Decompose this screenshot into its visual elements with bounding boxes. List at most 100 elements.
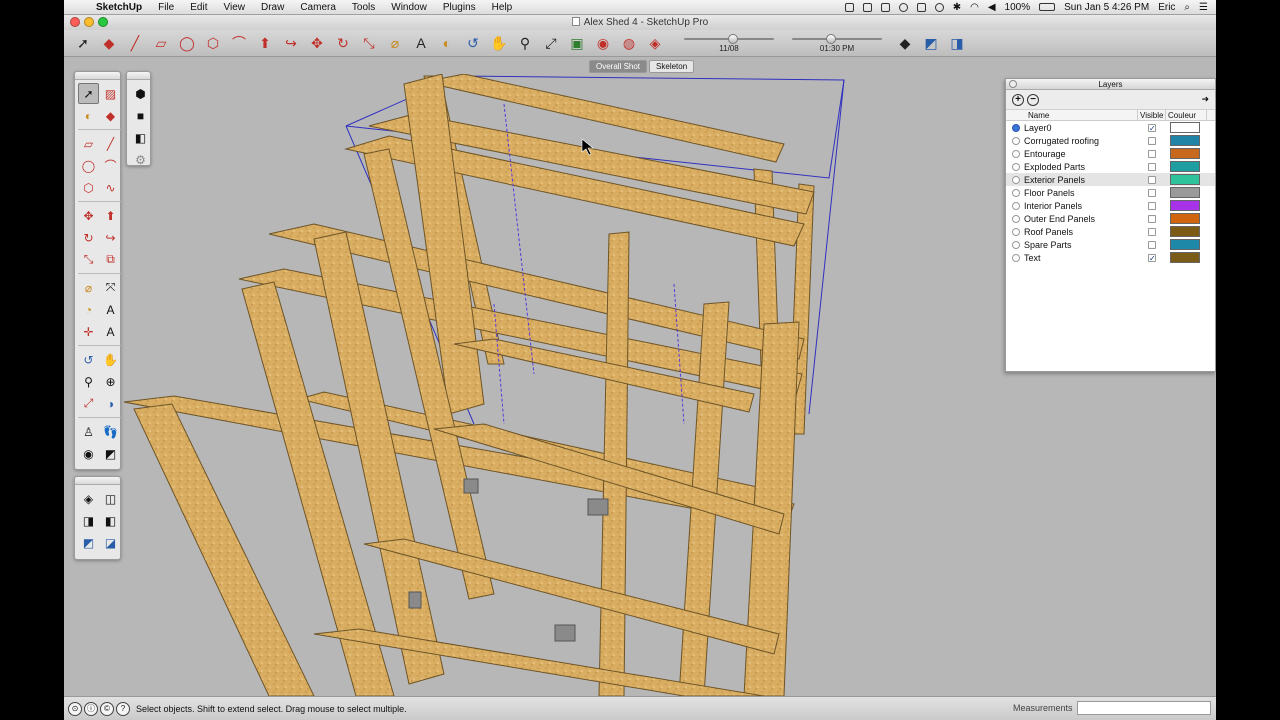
- arc-tool-icon[interactable]: ⌒: [228, 32, 250, 54]
- menu-help[interactable]: Help: [484, 2, 521, 13]
- close-window-button[interactable]: [70, 17, 80, 27]
- dropbox-icon[interactable]: [862, 2, 872, 12]
- scale-icon[interactable]: ⤡: [78, 249, 99, 270]
- minimize-window-button[interactable]: [84, 17, 94, 27]
- move-icon[interactable]: ✥: [78, 205, 99, 226]
- paint-bucket-icon[interactable]: ◐: [78, 105, 99, 126]
- layer-name[interactable]: Text: [1024, 253, 1138, 263]
- eraser-tool-icon[interactable]: ◆: [98, 32, 120, 54]
- column-color[interactable]: Couleur: [1166, 110, 1207, 121]
- move-tool-icon[interactable]: ✥: [306, 32, 328, 54]
- bluetooth-icon[interactable]: ✱: [953, 2, 961, 13]
- follow-me-icon[interactable]: ↪: [100, 227, 121, 248]
- polygon-icon[interactable]: ⬡: [78, 177, 99, 198]
- select-tool-icon[interactable]: ➚: [72, 32, 94, 54]
- rectangle-tool-icon[interactable]: ▱: [150, 32, 172, 54]
- follow-me-tool-icon[interactable]: ↪: [280, 32, 302, 54]
- layer-color-swatch[interactable]: [1170, 174, 1200, 185]
- freehand-icon[interactable]: ∿: [100, 177, 121, 198]
- add-layer-icon[interactable]: +: [1012, 93, 1024, 106]
- details-arrow-icon[interactable]: ➜: [1201, 94, 1209, 105]
- layer-color-swatch[interactable]: [1170, 135, 1200, 146]
- rotate-icon[interactable]: ↻: [78, 227, 99, 248]
- 3d-text-icon[interactable]: A: [100, 321, 121, 342]
- menu-draw[interactable]: Draw: [253, 2, 292, 13]
- layer-color-swatch[interactable]: [1170, 161, 1200, 172]
- protractor-icon[interactable]: ◔: [78, 299, 99, 320]
- rectangle-icon[interactable]: ▱: [78, 133, 99, 154]
- show-shadows-icon[interactable]: ◆: [894, 32, 916, 54]
- visible-checkbox[interactable]: ✓: [1148, 123, 1156, 132]
- settings-gear-icon[interactable]: ⚙: [130, 149, 151, 170]
- menu-window[interactable]: Window: [383, 2, 435, 13]
- active-layer-radio[interactable]: [1012, 136, 1020, 145]
- shadow-date-slider[interactable]: 11/08: [684, 32, 774, 54]
- layer-color-swatch[interactable]: [1170, 122, 1200, 133]
- scale-tool-icon[interactable]: ⤡: [358, 32, 380, 54]
- look-around-icon[interactable]: ◉: [78, 443, 99, 464]
- active-layer-radio[interactable]: [1012, 123, 1020, 132]
- column-name[interactable]: Name: [1026, 110, 1138, 121]
- layer-color-swatch[interactable]: [1170, 148, 1200, 159]
- visible-checkbox[interactable]: [1148, 188, 1156, 197]
- active-layer-radio[interactable]: [1012, 162, 1020, 171]
- shadow-date-thumb[interactable]: [728, 34, 738, 44]
- pan-icon[interactable]: ✋: [100, 349, 121, 370]
- menu-tools[interactable]: Tools: [344, 2, 383, 13]
- intersect-icon[interactable]: ◫: [100, 488, 121, 509]
- make-component-icon[interactable]: ▨: [100, 83, 121, 104]
- layer-name[interactable]: Floor Panels: [1024, 188, 1138, 198]
- layer-row[interactable]: Layer0 ✓: [1006, 121, 1215, 134]
- menu-view[interactable]: View: [215, 2, 253, 13]
- paint-bucket-tool-icon[interactable]: ◐: [436, 32, 458, 54]
- push-pull-tool-icon[interactable]: ⬆: [254, 32, 276, 54]
- layer-row[interactable]: Exterior Panels: [1006, 173, 1215, 186]
- layer-row[interactable]: Exploded Parts: [1006, 160, 1215, 173]
- help-icon[interactable]: ?: [116, 701, 130, 716]
- visible-checkbox[interactable]: [1148, 136, 1156, 145]
- layer-name[interactable]: Entourage: [1024, 149, 1138, 159]
- dimension-icon[interactable]: ⤧: [100, 277, 121, 298]
- menu-app-name[interactable]: SketchUp: [88, 2, 150, 13]
- layer-row[interactable]: Corrugated roofing: [1006, 134, 1215, 147]
- shadow-time-thumb[interactable]: [826, 34, 836, 44]
- credits-icon[interactable]: ⓘ: [84, 701, 98, 716]
- position-camera-icon[interactable]: ♙: [78, 421, 99, 442]
- zoom-tool-icon[interactable]: ⚲: [514, 32, 536, 54]
- tape-measure-icon[interactable]: ⌀: [78, 277, 99, 298]
- 3d-warehouse-icon[interactable]: ▣: [566, 32, 588, 54]
- user-name[interactable]: Eric: [1158, 2, 1175, 13]
- active-layer-radio[interactable]: [1012, 227, 1020, 236]
- active-layer-radio[interactable]: [1012, 201, 1020, 210]
- menu-plugins[interactable]: Plugins: [435, 2, 484, 13]
- orbit-icon[interactable]: ↺: [78, 349, 99, 370]
- select-tool-icon[interactable]: ➚: [78, 83, 99, 104]
- layer-row[interactable]: Entourage: [1006, 147, 1215, 160]
- menu-edit[interactable]: Edit: [182, 2, 215, 13]
- menu-camera[interactable]: Camera: [292, 2, 344, 13]
- orbit-tool-icon[interactable]: ↺: [462, 32, 484, 54]
- visible-checkbox[interactable]: [1148, 240, 1156, 249]
- iso-view-icon[interactable]: ⬢: [130, 83, 151, 104]
- delete-layer-icon[interactable]: −: [1027, 93, 1039, 106]
- visible-checkbox[interactable]: [1148, 227, 1156, 236]
- layer-row[interactable]: Outer End Panels: [1006, 212, 1215, 225]
- volume-icon[interactable]: ◀: [988, 2, 996, 13]
- adobe-icon[interactable]: [844, 2, 854, 12]
- layer-color-swatch[interactable]: [1170, 213, 1200, 224]
- push-pull-icon[interactable]: ⬆: [100, 205, 121, 226]
- layer-name[interactable]: Corrugated roofing: [1024, 136, 1138, 146]
- layer-name[interactable]: Spare Parts: [1024, 240, 1138, 250]
- split-icon[interactable]: ◪: [100, 532, 121, 553]
- polygon-tool-icon[interactable]: ⬡: [202, 32, 224, 54]
- visible-checkbox[interactable]: [1148, 149, 1156, 158]
- previous-view-icon[interactable]: ◑: [100, 393, 121, 414]
- layer-row[interactable]: Text ✓: [1006, 251, 1215, 264]
- top-view-icon[interactable]: ■: [130, 105, 151, 126]
- zoom-window-icon[interactable]: ⊕: [100, 371, 121, 392]
- text-tool-icon[interactable]: A: [410, 32, 432, 54]
- circle-icon[interactable]: ◯: [78, 155, 99, 176]
- layer-name[interactable]: Outer End Panels: [1024, 214, 1138, 224]
- layer-row[interactable]: Spare Parts: [1006, 238, 1215, 251]
- user-icon[interactable]: ©: [100, 701, 114, 716]
